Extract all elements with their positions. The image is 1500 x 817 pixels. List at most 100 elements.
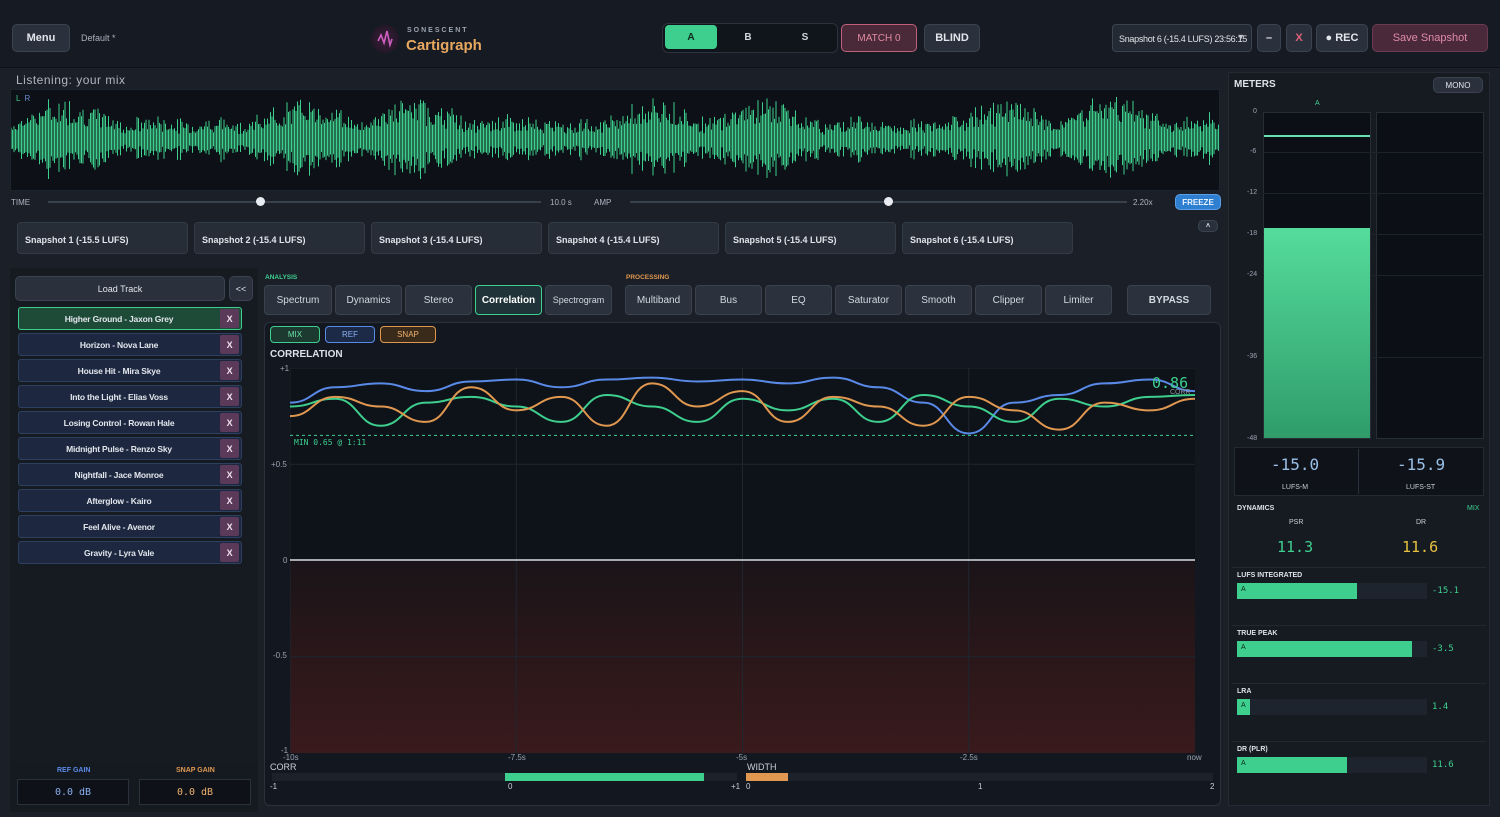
tab-spectrum[interactable]: Spectrum (264, 285, 332, 315)
blind-button[interactable]: BLIND (924, 24, 980, 52)
legend-ref-toggle[interactable]: REF (325, 326, 375, 343)
preset-name[interactable]: Default * (81, 33, 116, 43)
tab-multiband[interactable]: Multiband (625, 285, 692, 315)
track-item[interactable]: Nightfall - Jace Monroe X (18, 463, 242, 486)
brand-company: SONESCENT (407, 27, 469, 34)
remove-track-button[interactable]: X (220, 309, 239, 328)
tab-eq[interactable]: EQ (765, 285, 832, 315)
record-button[interactable]: ● REC (1316, 24, 1368, 52)
ab-a-button[interactable]: A (665, 25, 717, 49)
width-bar-tick: 2 (1210, 782, 1215, 791)
ref-gain-input[interactable]: 0.0 dB (17, 779, 129, 805)
track-item[interactable]: House Hit - Mira Skye X (18, 359, 242, 382)
track-name: House Hit - Mira Skye (77, 365, 161, 376)
tab-spectrogram[interactable]: Spectrogram (545, 285, 612, 315)
tab-bus[interactable]: Bus (695, 285, 762, 315)
channel-l-label: L (16, 94, 21, 103)
track-name: Afterglow - Kairo (86, 495, 152, 506)
snapshot-card[interactable]: Snapshot 6 (-15.4 LUFS) (902, 222, 1073, 254)
channel-legend: LR (16, 94, 30, 103)
meter-level-fill (1264, 228, 1370, 438)
tab-saturator[interactable]: Saturator (835, 285, 902, 315)
meter-gridline (1263, 193, 1484, 194)
ab-b-button[interactable]: B (722, 25, 774, 49)
snapshot-select[interactable]: Snapshot 6 (-15.4 LUFS) 23:56:15 ▾ (1112, 24, 1252, 52)
stat-value: 11.6 (1432, 760, 1454, 770)
snapshot-card[interactable]: Snapshot 4 (-15.4 LUFS) (548, 222, 719, 254)
remove-track-button[interactable]: X (220, 543, 239, 562)
ab-s-button[interactable]: S (779, 25, 831, 49)
snapshot-card[interactable]: Snapshot 1 (-15.5 LUFS) (17, 222, 188, 254)
waveform-display[interactable] (10, 89, 1220, 191)
dynamics-mode[interactable]: MIX (1467, 505, 1479, 512)
tab-limiter[interactable]: Limiter (1045, 285, 1112, 315)
tab-smooth[interactable]: Smooth (905, 285, 972, 315)
tab-clipper[interactable]: Clipper (975, 285, 1042, 315)
remove-track-button[interactable]: X (220, 335, 239, 354)
meter-scale-label: -6 (1250, 148, 1257, 155)
remove-track-button[interactable]: X (220, 517, 239, 536)
legend-snap-toggle[interactable]: SNAP (380, 326, 436, 343)
track-item[interactable]: Into the Light - Elias Voss X (18, 385, 242, 408)
track-item[interactable]: Afterglow - Kairo X (18, 489, 242, 512)
snapshot-card[interactable]: Snapshot 2 (-15.4 LUFS) (194, 222, 365, 254)
match-button[interactable]: MATCH 0 (841, 24, 917, 52)
correlation-value-label: CORR (1170, 389, 1191, 396)
tab-dynamics[interactable]: Dynamics (335, 285, 402, 315)
track-item[interactable]: Higher Ground - Jaxon Grey X (18, 307, 242, 330)
load-track-button[interactable]: Load Track (15, 276, 225, 301)
tab-stereo[interactable]: Stereo (405, 285, 472, 315)
channel-r-label: R (24, 94, 31, 103)
close-snapshot-button[interactable]: X (1286, 24, 1312, 52)
freeze-button[interactable]: FREEZE (1175, 194, 1221, 210)
width-bar-track (746, 773, 1213, 781)
remove-track-button[interactable]: X (220, 491, 239, 510)
y-tick-label: +1 (280, 364, 290, 373)
y-tick-label: +0.5 (271, 460, 287, 469)
dr-label: DR (1416, 519, 1427, 526)
x-tick-label: -7.5s (508, 753, 526, 762)
track-item[interactable]: Feel Alive - Avenor X (18, 515, 242, 538)
tab-correlation[interactable]: Correlation (475, 285, 542, 315)
remove-track-button[interactable]: X (220, 387, 239, 406)
time-slider[interactable] (48, 201, 541, 203)
snap-gain-input[interactable]: 0.0 dB (139, 779, 251, 805)
remove-track-button[interactable]: X (220, 361, 239, 380)
width-bar-fill (746, 773, 789, 781)
track-item[interactable]: Midnight Pulse - Renzo Sky X (18, 437, 242, 460)
meter-scale-label: -36 (1247, 353, 1258, 360)
snapshot-card[interactable]: Snapshot 3 (-15.4 LUFS) (371, 222, 542, 254)
corr-bar-fill (504, 773, 705, 781)
legend-mix-toggle[interactable]: MIX (270, 326, 320, 343)
menu-button[interactable]: Menu (12, 24, 70, 52)
amp-slider[interactable] (630, 201, 1127, 203)
track-item[interactable]: Gravity - Lyra Vale X (18, 541, 242, 564)
brand-name: Cartigraph (406, 37, 482, 54)
remove-track-button[interactable]: X (220, 465, 239, 484)
track-item[interactable]: Horizon - Nova Lane X (18, 333, 242, 356)
collapse-snapshots-button[interactable]: ˄ (1198, 220, 1218, 232)
track-item[interactable]: Losing Control - Rowan Hale X (18, 411, 242, 434)
bypass-button[interactable]: BYPASS (1127, 285, 1211, 315)
track-name: Horizon - Nova Lane (79, 339, 159, 350)
lufs-st-value: -15.9 (1397, 455, 1446, 474)
psr-value: 11.3 (1277, 538, 1314, 556)
time-slider-handle[interactable] (255, 197, 265, 206)
corr-bar-tick: +1 (731, 782, 741, 791)
divider (1232, 625, 1486, 626)
amp-slider-handle[interactable] (884, 197, 894, 206)
minimize-button[interactable]: – (1257, 24, 1281, 52)
chevron-down-icon: ▾ (1238, 32, 1243, 43)
remove-track-button[interactable]: X (220, 439, 239, 458)
amp-slider-label: AMP (594, 198, 612, 207)
x-tick-label: now (1187, 753, 1202, 762)
stat-label: TRUE PEAK (1237, 630, 1278, 637)
stat-bar: A (1237, 757, 1427, 773)
processing-section-label: PROCESSING (626, 274, 670, 281)
collapse-sidebar-button[interactable]: << (229, 276, 253, 301)
mono-button[interactable]: MONO (1433, 77, 1483, 93)
snapshot-card[interactable]: Snapshot 5 (-15.4 LUFS) (725, 222, 896, 254)
stat-bar: A (1237, 699, 1427, 715)
remove-track-button[interactable]: X (220, 413, 239, 432)
save-snapshot-button[interactable]: Save Snapshot (1372, 24, 1488, 52)
